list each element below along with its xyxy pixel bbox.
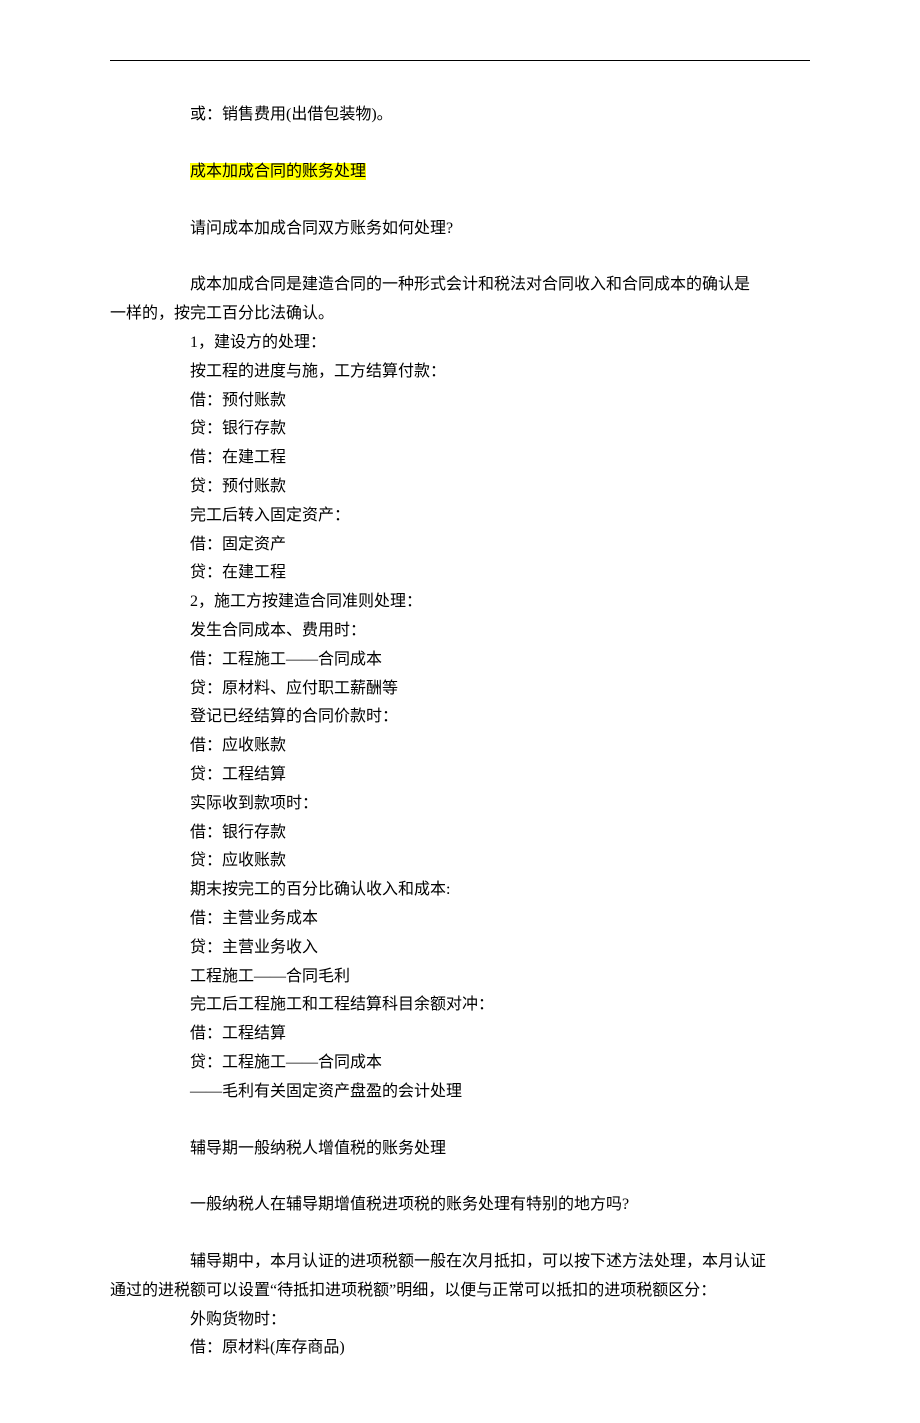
body-text: 贷：原材料、应付职工薪酬等: [110, 675, 810, 704]
body-text: 贷：应收账款: [110, 847, 810, 876]
question-text: 一般纳税人在辅导期增值税进项税的账务处理有特别的地方吗?: [110, 1191, 810, 1220]
question-text: 请问成本加成合同双方账务如何处理?: [110, 215, 810, 244]
spacer: [110, 1107, 810, 1135]
body-text: 借：工程结算: [110, 1020, 810, 1049]
body-text: 2，施工方按建造合同准则处理：: [110, 588, 810, 617]
highlighted-text: 成本加成合同的账务处理: [190, 163, 366, 180]
spacer: [110, 130, 810, 158]
body-text: 或：销售费用(出借包装物)。: [110, 101, 810, 130]
body-text: 发生合同成本、费用时：: [110, 617, 810, 646]
body-text: 贷：工程结算: [110, 761, 810, 790]
body-text: 借：预付账款: [110, 387, 810, 416]
body-text: 成本加成合同是建造合同的一种形式会计和税法对合同收入和合同成本的确认是: [110, 271, 810, 300]
section-heading: 成本加成合同的账务处理: [110, 158, 810, 187]
body-text: 一样的，按完工百分比法确认。: [110, 300, 810, 329]
body-text: 期末按完工的百分比确认收入和成本:: [110, 876, 810, 905]
body-text: 贷：在建工程: [110, 559, 810, 588]
body-text: 贷：银行存款: [110, 415, 810, 444]
body-text: 借：主营业务成本: [110, 905, 810, 934]
body-text: 贷：主营业务收入: [110, 934, 810, 963]
body-text: 借：在建工程: [110, 444, 810, 473]
body-text: 实际收到款项时：: [110, 790, 810, 819]
section-heading: 辅导期一般纳税人增值税的账务处理: [110, 1135, 810, 1164]
body-text: 辅导期中，本月认证的进项税额一般在次月抵扣，可以按下述方法处理，本月认证: [110, 1248, 810, 1277]
body-text: 外购货物时：: [110, 1306, 810, 1335]
document-page: 或：销售费用(出借包装物)。 成本加成合同的账务处理 请问成本加成合同双方账务如…: [0, 0, 920, 1423]
body-text: 贷：预付账款: [110, 473, 810, 502]
body-text: 借：银行存款: [110, 819, 810, 848]
body-text: 1，建设方的处理：: [110, 329, 810, 358]
body-text: 借：工程施工——合同成本: [110, 646, 810, 675]
body-text: 工程施工——合同毛利: [110, 963, 810, 992]
body-text: 登记已经结算的合同价款时：: [110, 703, 810, 732]
body-text: 完工后转入固定资产：: [110, 502, 810, 531]
spacer: [110, 187, 810, 215]
spacer: [110, 1163, 810, 1191]
body-text: 贷：工程施工——合同成本: [110, 1049, 810, 1078]
body-text: ——毛利有关固定资产盘盈的会计处理: [110, 1078, 810, 1107]
body-text: 借：原材料(库存商品): [110, 1334, 810, 1363]
body-text: 借：应收账款: [110, 732, 810, 761]
body-text: 按工程的进度与施，工方结算付款：: [110, 358, 810, 387]
spacer: [110, 1220, 810, 1248]
body-text: 通过的进税额可以设置“待抵扣进项税额”明细，以便与正常可以抵扣的进项税额区分：: [110, 1277, 810, 1306]
top-horizontal-rule: [110, 60, 810, 61]
spacer: [110, 243, 810, 271]
body-text: 借：固定资产: [110, 531, 810, 560]
body-text: 完工后工程施工和工程结算科目余额对冲：: [110, 991, 810, 1020]
